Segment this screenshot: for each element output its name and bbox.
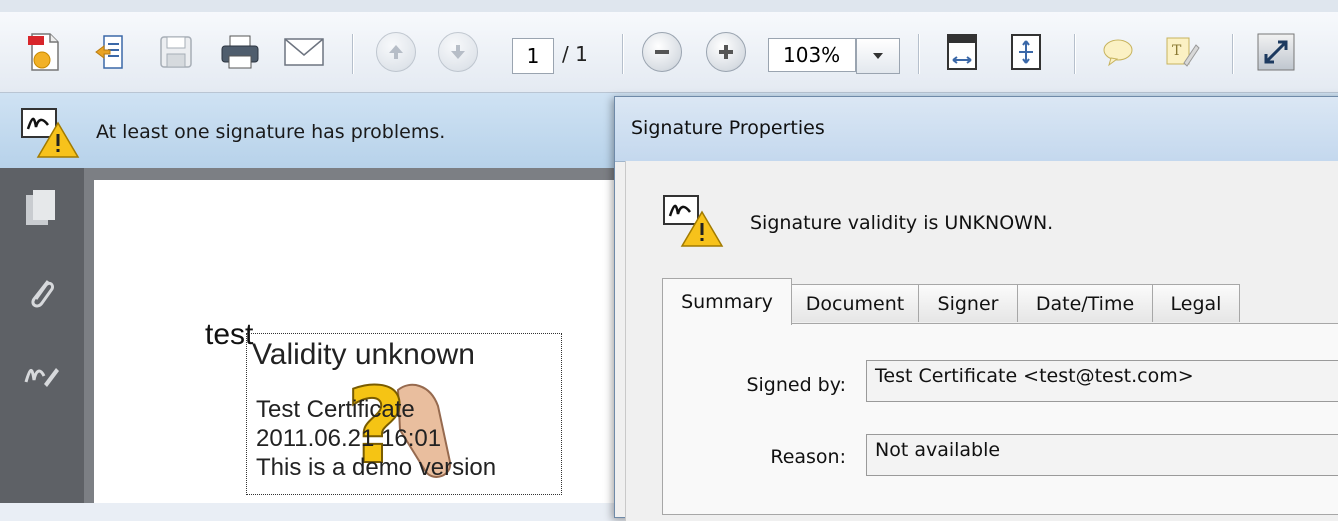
toolbar-separator	[1232, 34, 1233, 74]
validity-message: Signature validity is UNKNOWN.	[750, 212, 1054, 234]
fit-page-icon[interactable]	[1004, 30, 1048, 74]
tab-document[interactable]: Document	[791, 284, 919, 322]
chevron-down-icon	[873, 53, 883, 59]
dialog-title-bar[interactable]: Signature Properties	[615, 97, 1338, 162]
tab-summary[interactable]: Summary	[662, 278, 792, 325]
toolbar-separator	[622, 34, 623, 74]
reason-field: Not available	[866, 434, 1338, 476]
attachments-icon[interactable]	[16, 268, 66, 318]
email-icon[interactable]	[282, 30, 326, 74]
zoom-dropdown-button[interactable]	[856, 38, 900, 74]
navigation-panel	[0, 168, 84, 503]
svg-text:T: T	[1172, 43, 1182, 59]
toolbar-separator	[918, 34, 919, 74]
next-page-icon[interactable]	[436, 30, 480, 74]
summary-tab-panel	[662, 323, 1338, 515]
open-icon[interactable]	[90, 30, 134, 74]
tab-legal[interactable]: Legal	[1152, 284, 1240, 322]
signature-message-text: At least one signature has problems.	[96, 121, 446, 143]
previous-page-icon[interactable]	[374, 30, 418, 74]
main-toolbar: 1 / 1 103% T	[0, 12, 1338, 93]
reason-label: Reason:	[770, 446, 846, 468]
page-number-input[interactable]: 1	[512, 38, 554, 74]
save-icon[interactable]	[154, 30, 198, 74]
zoom-level-input[interactable]: 103%	[768, 38, 856, 72]
dialog-title: Signature Properties	[631, 117, 825, 139]
signature-note-text: This is a demo version	[256, 454, 497, 481]
zoom-in-icon[interactable]	[704, 30, 748, 74]
print-icon[interactable]	[218, 30, 262, 74]
page-total-label: / 1	[562, 42, 588, 66]
signed-by-field: Test Certificate <test@test.com>	[866, 360, 1338, 402]
sign-text-icon[interactable]: T	[1160, 30, 1204, 74]
tab-signer[interactable]: Signer	[918, 284, 1018, 322]
signed-by-label: Signed by:	[746, 374, 846, 396]
toolbar-separator	[1074, 34, 1075, 74]
tab-date-time[interactable]: Date/Time	[1017, 284, 1153, 322]
signature-status-text: Validity unknown	[252, 338, 475, 371]
comment-icon[interactable]	[1096, 30, 1140, 74]
zoom-out-icon[interactable]	[640, 30, 684, 74]
signature-warning-icon	[20, 107, 82, 163]
signature-date-text: 2011.06.21 16:01	[256, 425, 442, 452]
signature-signer-text: Test Certificate	[256, 396, 415, 423]
fit-width-icon[interactable]	[940, 30, 984, 74]
create-icon[interactable]	[22, 30, 66, 74]
toolbar-separator	[352, 34, 353, 74]
signature-unknown-icon	[662, 194, 724, 252]
fullscreen-icon[interactable]	[1254, 30, 1298, 74]
pages-icon[interactable]	[16, 184, 66, 234]
signatures-panel-icon[interactable]	[16, 352, 66, 402]
